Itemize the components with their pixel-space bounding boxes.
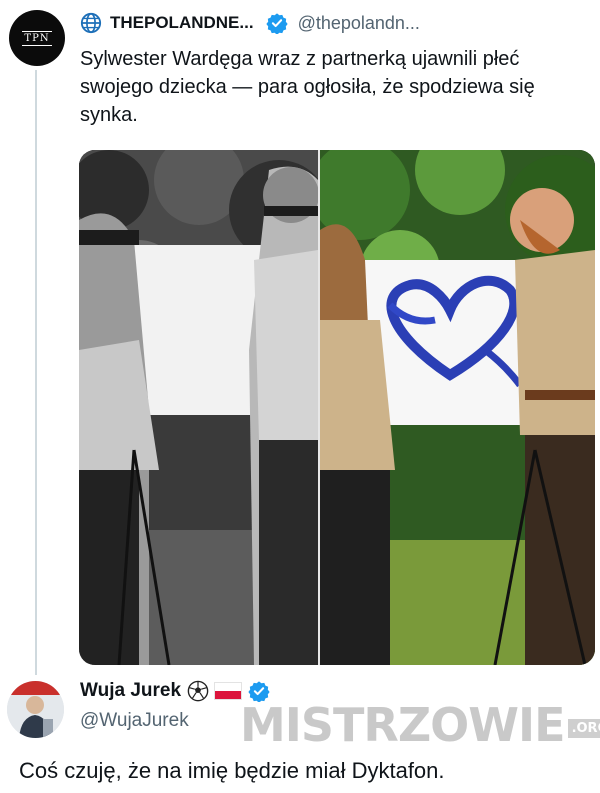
display-name[interactable]: Wuja Jurek	[80, 680, 181, 702]
media-photo-grayscale[interactable]	[79, 150, 318, 665]
avatar-logo-text: TPN	[22, 30, 52, 46]
photo-grayscale-illustration	[79, 150, 318, 665]
poland-flag-emoji	[214, 682, 243, 700]
thread-connector-line	[35, 70, 37, 675]
verified-badge-icon	[265, 13, 288, 34]
avatar[interactable]: TPN	[9, 10, 65, 66]
avatar-photo	[7, 681, 64, 738]
site-watermark: MISTRZOWIE .ORG	[240, 700, 600, 750]
tweet-media[interactable]	[79, 150, 595, 665]
tweet-text: Sylwester Wardęga wraz z partnerką ujawn…	[80, 48, 535, 126]
user-handle[interactable]: @WujaJurek	[80, 710, 189, 732]
globe-icon	[80, 12, 102, 34]
soccer-ball-emoji	[187, 680, 209, 702]
reply-text: Coś czuję, że na imię będzie miał Dyktaf…	[19, 758, 445, 783]
tweet-header: THEPOLANDNE... @thepolandn...	[80, 12, 420, 34]
watermark-text: MISTRZOWIE	[240, 698, 566, 752]
photo-color-illustration	[320, 150, 595, 665]
media-photo-color[interactable]	[320, 150, 595, 665]
display-name[interactable]: THEPOLANDNE...	[110, 13, 254, 33]
watermark-suffix: .ORG	[567, 719, 600, 738]
user-handle[interactable]: @thepolandn...	[298, 13, 420, 34]
avatar[interactable]	[7, 681, 64, 738]
